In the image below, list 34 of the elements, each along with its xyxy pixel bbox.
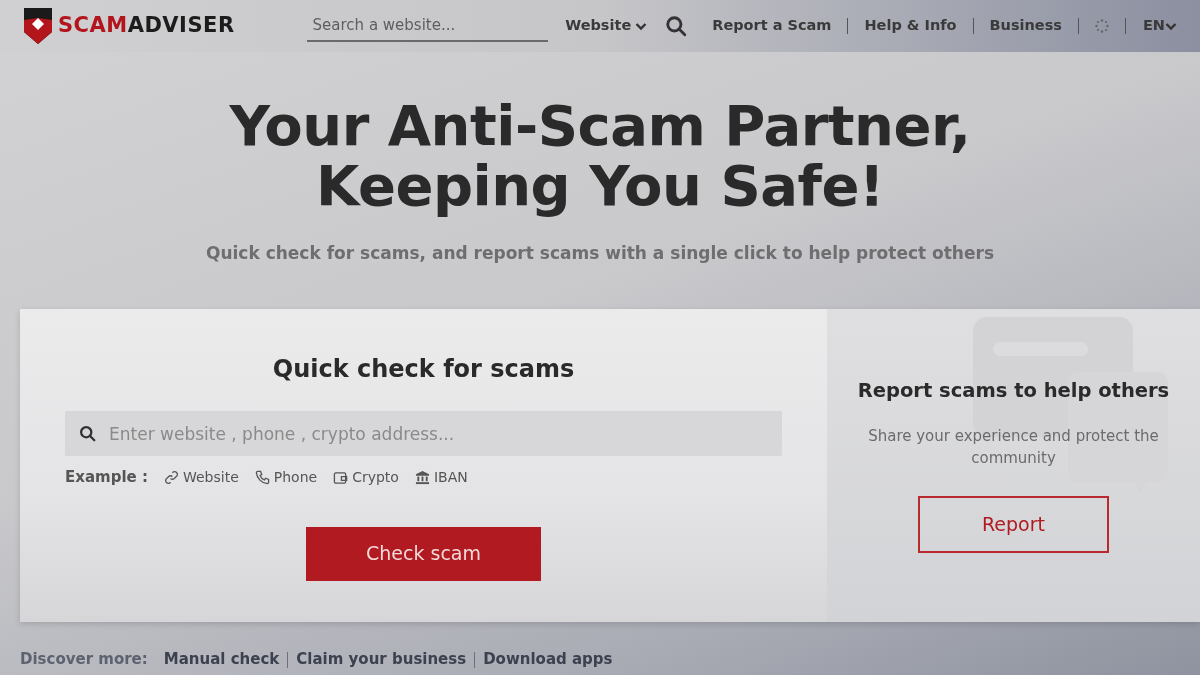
discover-link[interactable]: Claim your business xyxy=(296,648,467,671)
search-type-dropdown[interactable]: Website xyxy=(564,14,649,38)
loading-icon xyxy=(1094,19,1109,33)
example-label: Example : xyxy=(65,467,148,489)
check-scam-button[interactable]: Check scam xyxy=(306,526,541,581)
example-link[interactable]: IBAN xyxy=(433,467,468,488)
discover-label: Discover more: xyxy=(20,649,148,671)
nav-link[interactable]: Help & Info xyxy=(864,15,957,37)
logo[interactable]: SCAMADVISER xyxy=(22,6,235,46)
example-link[interactable]: Phone xyxy=(273,467,318,488)
discover-link[interactable]: Download apps xyxy=(483,648,613,671)
nav-link[interactable]: Business xyxy=(989,15,1062,37)
report-button[interactable]: Report xyxy=(918,495,1109,553)
report-text: Share your experience and protect the community xyxy=(867,425,1160,470)
link-icon xyxy=(163,470,179,485)
search-icon xyxy=(665,15,688,37)
hero-subtitle: Quick check for scams, and report scams with a single click to help protect others xyxy=(204,241,995,265)
caret-icon xyxy=(635,21,648,31)
wallet-icon xyxy=(333,470,349,485)
bank-icon xyxy=(414,470,430,485)
search-button[interactable] xyxy=(664,14,689,38)
example-link[interactable]: Crypto xyxy=(352,467,399,488)
card-title: Quick check for scams xyxy=(272,355,575,385)
report-title: Report scams to help others xyxy=(857,379,1170,403)
search-icon xyxy=(79,425,96,443)
language-dropdown[interactable]: EN xyxy=(1141,14,1178,38)
search-field[interactable]: Enter website , phone , crypto address... xyxy=(65,411,782,457)
search-field[interactable]: Search a website... xyxy=(306,9,549,43)
example-link[interactable]: Website xyxy=(182,467,239,488)
caret-icon xyxy=(1165,21,1177,31)
discover-link[interactable]: Manual check xyxy=(163,648,280,671)
phone-icon xyxy=(254,470,270,485)
hero-title: Your Anti-Scam Partner, Keeping You Safe! xyxy=(228,96,972,217)
nav-link[interactable]: Report a Scam xyxy=(712,15,832,37)
